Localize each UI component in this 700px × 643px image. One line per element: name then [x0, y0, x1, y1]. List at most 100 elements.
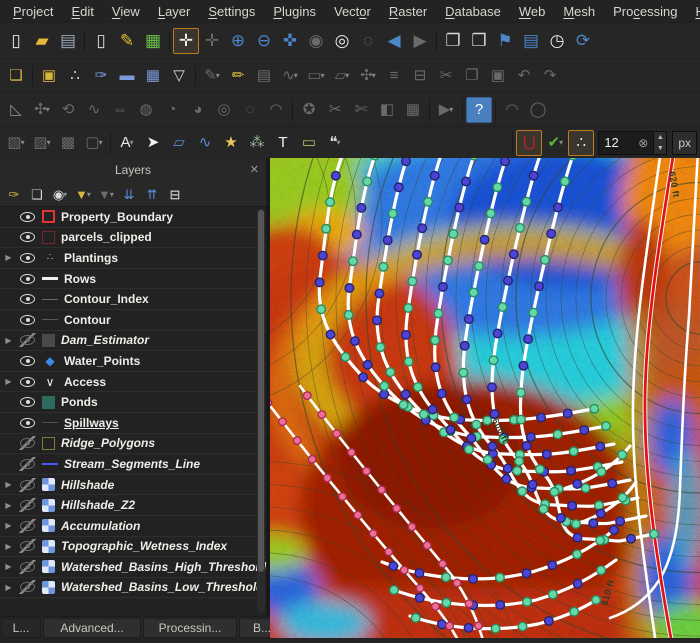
layout-manager-button[interactable]: ✎ — [114, 28, 140, 54]
visibility-toggle-eye-icon[interactable] — [19, 519, 36, 533]
zoom-in-button[interactable]: ⊕ — [225, 28, 251, 54]
new-map-view-button[interactable]: ❐ — [440, 28, 466, 54]
menu-project[interactable]: Project — [4, 2, 62, 21]
save-project-button[interactable]: ▤ — [55, 28, 81, 54]
filter-legend-button[interactable]: ▼▾ — [73, 184, 93, 204]
open-project-button[interactable]: ▰ — [29, 28, 55, 54]
tab-layers[interactable]: L... — [1, 618, 41, 638]
menu-database[interactable]: Database — [436, 2, 510, 21]
add-polygon-button[interactable]: ▱▾ — [329, 63, 355, 89]
digitize-with-segment-button[interactable]: ∿▾ — [277, 63, 303, 89]
move-feature-button[interactable]: ✣▾ — [29, 97, 55, 123]
delete-ring-button[interactable]: ◎ — [211, 97, 237, 123]
expander-icon[interactable]: ▶ — [4, 501, 13, 510]
zoom-to-selection-button[interactable]: ◉ — [303, 28, 329, 54]
undo-button[interactable]: ↶ — [511, 63, 537, 89]
snap-unit-select[interactable]: px — [672, 131, 697, 155]
refresh-map-button[interactable]: ⟳ — [570, 28, 596, 54]
delete-part-button[interactable]: ◌ — [237, 97, 263, 123]
cut-features-button[interactable]: ✂ — [433, 63, 459, 89]
save-layer-edits-button[interactable]: ▤ — [251, 63, 277, 89]
cad-tools-button[interactable]: ◺ — [3, 97, 29, 123]
add-part-button[interactable]: ◔ — [159, 97, 185, 123]
menu-vector[interactable]: Vector — [325, 2, 380, 21]
scrollbar-thumb[interactable] — [258, 210, 264, 572]
digitize-with-segment-dropdown-icon[interactable]: ▾ — [294, 71, 298, 80]
layer-row-hillshade_z2[interactable]: ▶Hillshade_Z2 — [0, 495, 266, 516]
offset-curve-button[interactable]: ◠ — [263, 97, 289, 123]
manage-map-themes-button[interactable]: ◉▾ — [50, 184, 70, 204]
open-layer-styling-button[interactable]: ✑ — [4, 184, 24, 204]
visibility-toggle-eye-icon[interactable] — [19, 210, 36, 224]
layer-row-contour[interactable]: Contour — [0, 310, 266, 331]
add-rectangle-button[interactable]: ▭▾ — [303, 63, 329, 89]
visibility-toggle-eye-icon[interactable] — [19, 478, 36, 492]
visibility-toggle-eye-icon[interactable] — [19, 251, 36, 265]
show-bookmarks-button[interactable]: ▤ — [518, 28, 544, 54]
new-virtual-layer-button[interactable]: ▦ — [140, 63, 166, 89]
menu-settings[interactable]: Settings — [199, 2, 264, 21]
html-annotation-dropdown-icon[interactable]: ▾ — [337, 138, 341, 147]
new-polygon-annotation-button[interactable]: ▱ — [166, 130, 192, 156]
visibility-toggle-eye-icon[interactable] — [19, 272, 36, 286]
zoom-last-button[interactable]: ◀ — [381, 28, 407, 54]
expander-icon[interactable]: ▶ — [4, 377, 13, 386]
new-marker-annotation-button[interactable]: ★ — [218, 130, 244, 156]
new-mesh-layer-button[interactable]: ▽ — [166, 63, 192, 89]
layer-row-water_points[interactable]: ◆Water_Points — [0, 351, 266, 372]
current-edits-button[interactable]: ✎▾ — [199, 63, 225, 89]
layer-row-property_boundary[interactable]: Property_Boundary — [0, 207, 266, 228]
layer-row-topographic_wetness_index[interactable]: ▶Topographic_Wetness_Index — [0, 537, 266, 558]
delete-selected-button[interactable]: ⊟ — [407, 63, 433, 89]
run-feature-action-dropdown-icon[interactable]: ▾ — [449, 105, 453, 114]
paste-features-button[interactable]: ▣ — [485, 63, 511, 89]
visibility-toggle-eye-icon[interactable] — [19, 230, 36, 244]
zoom-full-button[interactable]: ✜ — [277, 28, 303, 54]
fill-ring-button[interactable]: ◕ — [185, 97, 211, 123]
reshape-features-button[interactable]: ✪ — [296, 97, 322, 123]
visibility-toggle-eye-icon[interactable] — [19, 333, 36, 347]
new-text-annotation-button[interactable]: T — [270, 130, 296, 156]
copy-features-button[interactable]: ❐ — [459, 63, 485, 89]
select-by-form-dropdown-icon[interactable]: ▾ — [21, 138, 25, 147]
add-rectangle-dropdown-icon[interactable]: ▾ — [321, 71, 325, 80]
new-print-layout-button[interactable]: ▯ — [88, 28, 114, 54]
visibility-toggle-eye-icon[interactable] — [19, 498, 36, 512]
snap-tolerance-input[interactable]: 12⊗ — [598, 131, 654, 155]
layer-row-rows[interactable]: Rows — [0, 269, 266, 290]
close-icon[interactable]: ✕ — [250, 163, 259, 176]
enable-snapping-button[interactable]: ⋃ — [516, 130, 542, 156]
circle-2points-button[interactable]: ◯ — [525, 97, 551, 123]
pan-to-selection-button[interactable]: ✛ — [199, 28, 225, 54]
new-spatialite-layer-button[interactable]: ✑ — [88, 63, 114, 89]
tab-processing[interactable]: Processin... — [143, 618, 237, 638]
layer-labeling-dropdown-icon[interactable]: ▾ — [130, 138, 134, 147]
scale-feature-button[interactable]: ⇔ — [107, 97, 133, 123]
remove-layer-button[interactable]: ⊟ — [165, 184, 185, 204]
expander-icon[interactable]: ▶ — [4, 336, 13, 345]
vertex-tool-button[interactable]: ✣▾ — [355, 63, 381, 89]
html-annotation-button[interactable]: ❝▾ — [322, 130, 348, 156]
menu-layer[interactable]: Layer — [149, 2, 200, 21]
layer-row-dam_estimator[interactable]: ▶Dam_Estimator — [0, 331, 266, 352]
expander-icon[interactable]: ▶ — [4, 480, 13, 489]
modify-annotations-button[interactable]: ➤ — [140, 130, 166, 156]
manage-map-themes-dropdown-icon[interactable]: ▾ — [63, 190, 67, 199]
split-features-button[interactable]: ✂ — [322, 97, 348, 123]
visibility-toggle-eye-icon[interactable] — [19, 560, 36, 574]
modify-attributes-button[interactable]: ≡ — [381, 63, 407, 89]
spinner-down-icon[interactable]: ▼ — [654, 143, 666, 154]
rotate-feature-button[interactable]: ⟲ — [55, 97, 81, 123]
snapping-on-intersection-button[interactable]: ∴ — [568, 130, 594, 156]
temporal-controller-button[interactable]: ◷ — [544, 28, 570, 54]
move-feature-dropdown-icon[interactable]: ▾ — [46, 105, 50, 114]
tab-advanced-digitizing[interactable]: Advanced... — [43, 618, 141, 638]
visibility-toggle-eye-icon[interactable] — [19, 375, 36, 389]
layer-row-contour_index[interactable]: Contour_Index — [0, 289, 266, 310]
menu-mesh[interactable]: Mesh — [554, 2, 604, 21]
layer-row-hillshade[interactable]: ▶Hillshade — [0, 475, 266, 496]
merge-attributes-button[interactable]: ▦ — [400, 97, 426, 123]
expander-icon[interactable]: ▶ — [4, 253, 13, 262]
layer-row-access[interactable]: ▶∨Access — [0, 372, 266, 393]
menu-web[interactable]: Web — [510, 2, 555, 21]
